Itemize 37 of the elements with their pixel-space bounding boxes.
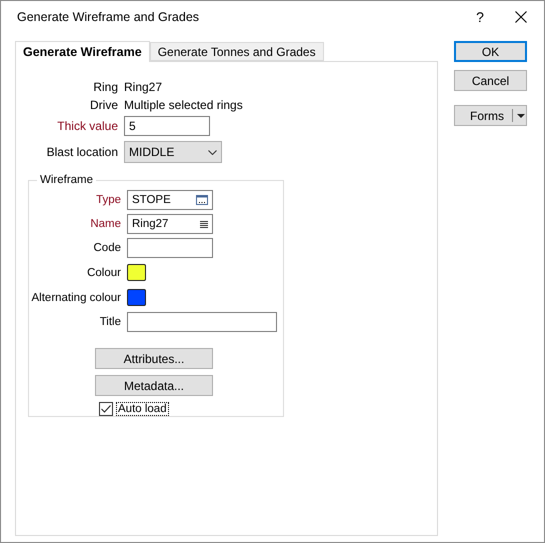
group-title: Wireframe xyxy=(39,174,94,186)
tab[interactable]: Generate Tonnes and Grades xyxy=(150,42,324,61)
field-label: Drive xyxy=(90,97,118,114)
chevron-icon xyxy=(208,150,217,154)
dropdown[interactable]: MIDDLE xyxy=(124,141,222,163)
field-label: Ring xyxy=(93,79,118,96)
dialog-button[interactable]: OK xyxy=(454,41,527,62)
colour-swatch[interactable] xyxy=(127,264,146,281)
checkbox[interactable] xyxy=(99,402,113,416)
browse-icon[interactable] xyxy=(196,195,208,205)
dialog-button[interactable]: Attributes... xyxy=(95,348,213,369)
field-label: Blast location xyxy=(46,144,118,161)
field-label: Colour xyxy=(87,266,121,280)
dialog-button[interactable]: Metadata... xyxy=(95,375,213,396)
field-value: Ring27 xyxy=(124,79,162,96)
caret-icon xyxy=(517,114,525,118)
field-label: Thick value xyxy=(57,118,118,135)
forms-button[interactable]: Forms xyxy=(454,105,527,126)
text-field[interactable]: STOPE xyxy=(127,190,213,210)
window-title: Generate Wireframe and Grades xyxy=(17,10,200,24)
dialog-button[interactable]: Cancel xyxy=(454,70,527,91)
list-icon[interactable] xyxy=(200,220,208,228)
close-icon xyxy=(515,11,527,23)
field-value: Multiple selected rings xyxy=(124,97,243,114)
field-label: Title xyxy=(100,315,121,330)
field-label: Code xyxy=(94,241,121,256)
checkbox-label[interactable]: Auto load xyxy=(116,402,169,416)
field-label: Alternating colour xyxy=(32,290,121,306)
field-label: Type xyxy=(96,193,121,208)
colour-swatch[interactable] xyxy=(127,289,146,306)
text-field[interactable] xyxy=(127,238,213,258)
help-button[interactable]: ? xyxy=(462,9,498,25)
text-field[interactable] xyxy=(127,312,277,332)
tab[interactable]: Generate Wireframe xyxy=(15,41,150,62)
field-label: Name xyxy=(90,217,121,232)
text-field[interactable]: Ring27 xyxy=(127,214,213,234)
text-field[interactable]: 5 xyxy=(124,116,210,136)
